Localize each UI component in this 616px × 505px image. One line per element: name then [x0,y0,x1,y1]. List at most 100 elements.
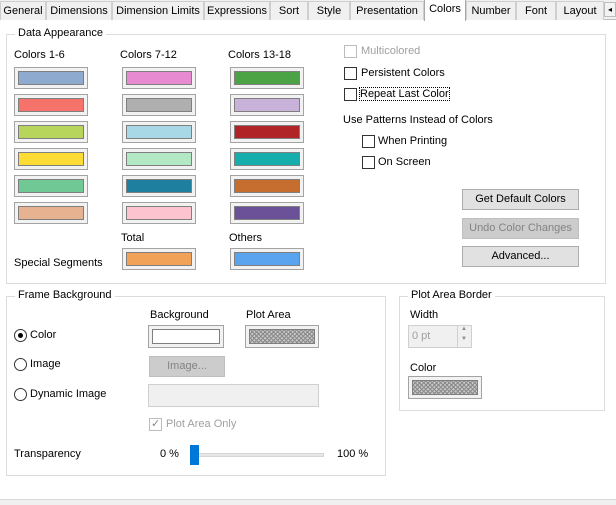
tab-layout[interactable]: Layout [556,1,604,20]
plot-area-only-label: Plot Area Only [166,418,237,430]
repeat-last-color-label: Repeat Last Color [359,87,450,101]
when-printing-checkbox[interactable] [362,135,375,148]
color-slot-a-6-button[interactable] [14,202,88,224]
plot-area-color-button[interactable] [245,325,319,348]
color-slot-c-1-button[interactable] [230,67,304,89]
plot-area-header: Plot Area [246,309,291,321]
color-slot-b-4-swatch [126,152,192,166]
color-slot-b-6-swatch [126,206,192,220]
color-slot-c-4-button[interactable] [230,148,304,170]
transparency-slider-track[interactable] [190,453,324,457]
transparency-slider-thumb[interactable] [190,445,199,465]
tab-presentation[interactable]: Presentation [350,1,424,20]
width-spin-buttons[interactable]: ▲ ▼ [457,326,471,347]
width-stepper[interactable]: 0 pt ▲ ▼ [408,325,472,348]
tab-number[interactable]: Number [466,1,516,20]
tab-dimension-limits[interactable]: Dimension Limits [112,1,204,20]
tab-dimensions[interactable]: Dimensions [46,1,112,20]
special-segments-label: Special Segments [14,257,103,269]
color-slot-a-5-button[interactable] [14,175,88,197]
background-header: Background [150,309,209,321]
image-radio-label: Image [30,358,61,370]
multicolored-checkbox[interactable] [344,45,357,58]
color-slot-b-2-button[interactable] [122,94,196,116]
total-color-swatch [126,252,192,266]
color-slot-c-2-swatch [234,98,300,112]
color-slot-a-4-swatch [18,152,84,166]
plot-area-only-checkbox[interactable] [149,417,162,431]
color-slot-a-5-swatch [18,179,84,193]
plot-area-pattern-swatch [249,329,315,344]
tab-style[interactable]: Style [308,1,350,20]
spin-up-icon[interactable]: ▲ [461,326,467,332]
color-slot-c-6-swatch [234,206,300,220]
repeat-last-color-checkbox[interactable] [344,88,357,101]
on-screen-checkbox[interactable] [362,156,375,169]
border-color-button[interactable] [408,376,482,399]
color-slot-a-1-swatch [18,71,84,85]
color-slot-b-3-swatch [126,125,192,139]
transparency-label: Transparency [14,448,81,460]
tab-general[interactable]: General [0,1,46,20]
color-slot-c-2-button[interactable] [230,94,304,116]
color-slot-b-6-button[interactable] [122,202,196,224]
color-slot-a-1-button[interactable] [14,67,88,89]
transparency-max-label: 100 % [337,448,369,460]
color-slot-b-2-swatch [126,98,192,112]
on-screen-label: On Screen [378,156,431,168]
plot-area-border-title: Plot Area Border [408,289,495,301]
dynamic-image-radio[interactable] [14,388,27,401]
image-browse-button[interactable]: Image... [149,356,225,377]
color-slot-b-5-button[interactable] [122,175,196,197]
border-color-label: Color [410,362,437,374]
status-bar [0,499,616,505]
get-default-colors-button[interactable]: Get Default Colors [462,189,579,210]
color-slot-c-3-swatch [234,125,300,139]
tab-bar: General Dimensions Dimension Limits Expr… [0,0,616,21]
color-slot-a-2-button[interactable] [14,94,88,116]
dynamic-image-input[interactable] [148,384,319,407]
width-value: 0 pt [412,330,431,342]
tab-colors[interactable]: Colors [424,0,466,21]
color-slot-c-6-button[interactable] [230,202,304,224]
color-slot-b-5-swatch [126,179,192,193]
background-color-button[interactable] [148,325,224,348]
colors-1-6-header: Colors 1-6 [14,49,65,61]
others-color-button[interactable] [230,248,304,270]
color-slot-c-5-swatch [234,179,300,193]
color-slot-c-3-button[interactable] [230,121,304,143]
tab-expressions[interactable]: Expressions [204,1,270,20]
advanced-button[interactable]: Advanced... [462,246,579,267]
color-slot-c-1-swatch [234,71,300,85]
border-pattern-swatch [412,380,478,395]
data-appearance-title: Data Appearance [15,27,107,39]
tab-scroll-left-icon[interactable]: ◂ [604,2,616,17]
use-patterns-label: Use Patterns Instead of Colors [343,114,493,126]
color-slot-c-5-button[interactable] [230,175,304,197]
color-slot-a-4-button[interactable] [14,148,88,170]
color-slot-b-1-button[interactable] [122,67,196,89]
image-radio[interactable] [14,358,27,371]
color-slot-a-3-swatch [18,125,84,139]
background-color-swatch [152,329,220,344]
tab-sort[interactable]: Sort [270,1,308,20]
others-color-swatch [234,252,300,266]
color-slot-c-4-swatch [234,152,300,166]
color-slot-b-1-swatch [126,71,192,85]
multicolored-label: Multicolored [361,45,421,57]
persistent-colors-checkbox[interactable] [344,67,357,80]
color-radio-label: Color [30,329,57,341]
transparency-min-label: 0 % [160,448,179,460]
color-slot-b-3-button[interactable] [122,121,196,143]
color-slot-a-6-swatch [18,206,84,220]
colors-7-12-header: Colors 7-12 [120,49,177,61]
spin-down-icon[interactable]: ▼ [461,336,467,342]
colors-13-18-header: Colors 13-18 [228,49,291,61]
color-radio[interactable] [14,329,27,342]
color-slot-b-4-button[interactable] [122,148,196,170]
total-color-button[interactable] [122,248,196,270]
color-slot-a-2-swatch [18,98,84,112]
undo-color-changes-button[interactable]: Undo Color Changes [462,218,579,239]
color-slot-a-3-button[interactable] [14,121,88,143]
tab-font[interactable]: Font [516,1,556,20]
